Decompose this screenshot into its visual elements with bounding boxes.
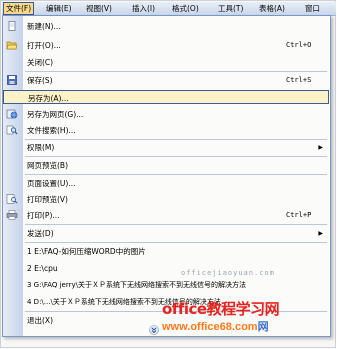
site-brand: office教程学习网 www.office68.com网 <box>162 298 334 334</box>
recent-file-1[interactable]: 1 E:\FAQ-如何压缩WORD中的图片 <box>3 244 329 258</box>
menu-item-label: 网页预览(B) <box>27 161 68 170</box>
double-chevron-down-icon[interactable] <box>148 325 160 335</box>
menu-item-label: 页面设置(U)... <box>27 179 76 188</box>
menu-separator <box>25 156 327 157</box>
menu-item-save[interactable]: 保存(S) Ctrl+S <box>3 73 329 87</box>
menu-item-print[interactable]: 打印(P)... Ctrl+P <box>3 208 329 222</box>
menu-item-label: 打印预览(V) <box>27 195 68 204</box>
menu-item-label: 新建(N)... <box>27 22 61 31</box>
menu-window[interactable]: 窗口 <box>303 3 322 14</box>
brand-url-main: www.office68.com <box>162 321 258 333</box>
shortcut-text: Ctrl+S <box>286 76 312 84</box>
menu-item-label: 打开(O)... <box>27 41 61 50</box>
open-folder-icon <box>6 40 18 50</box>
menu-insert[interactable]: 插入(I) <box>130 3 157 14</box>
menu-format[interactable]: 格式(O) <box>170 3 201 14</box>
menu-item-label: 权限(M) <box>27 143 55 152</box>
brand-name: office教程学习网 <box>162 300 280 318</box>
menu-item-label: 关闭(C) <box>27 58 54 67</box>
menu-item-web-preview[interactable]: 网页预览(B) <box>3 158 329 172</box>
shortcut-text: Ctrl+P <box>286 211 312 219</box>
menu-item-label: 退出(X) <box>27 316 53 325</box>
menu-item-open[interactable]: 打开(O)... Ctrl+O <box>3 38 329 52</box>
brand-url-suffix: 网 <box>257 321 269 333</box>
menu-item-label: 另存为(A)... <box>28 94 69 103</box>
menu-file[interactable]: 文件(F) <box>3 2 35 15</box>
search-icon <box>6 125 18 135</box>
menu-item-save-as-web-page[interactable]: 另存为网页(G)... <box>3 107 329 121</box>
menu-item-send[interactable]: 发送(D) ▶ <box>3 226 329 240</box>
menu-item-label: 3 G:\FAQ jerry\关于ＸＰ系统下无线网络搜索不到无线信号的解决方法 <box>27 281 246 289</box>
submenu-arrow-icon: ▶ <box>318 230 323 237</box>
watermark-text: officejiaoyuan.com <box>181 269 275 277</box>
menu-separator <box>25 242 327 243</box>
menu-item-new[interactable]: 新建(N)... <box>3 19 329 33</box>
menu-item-label: 另存为网页(G)... <box>27 110 84 119</box>
menu-bar: 文件(F) 编辑(E) 视图(V) 插入(I) 格式(O) 工具(T) 表格(A… <box>2 2 336 16</box>
menu-edit[interactable]: 编辑(E) <box>44 3 74 14</box>
file-menu-dropdown: 新建(N)... 打开(O)... Ctrl+O 关闭(C) 保存(S) Ctr… <box>2 15 331 337</box>
menu-view[interactable]: 视图(V) <box>84 3 114 14</box>
menu-item-file-search[interactable]: 文件搜索(H)... <box>3 123 329 137</box>
menu-item-permission[interactable]: 权限(M) ▶ <box>3 140 329 154</box>
menu-item-label: 文件搜索(H)... <box>27 126 76 135</box>
print-icon <box>6 210 18 220</box>
web-page-icon <box>6 109 18 119</box>
menu-item-print-preview[interactable]: 打印预览(V) <box>3 192 329 206</box>
brand-url: www.office68.com网 <box>162 318 269 334</box>
shortcut-text: Ctrl+O <box>286 41 312 49</box>
menu-item-save-as[interactable]: 另存为(A)... <box>3 90 329 104</box>
print-preview-icon <box>6 194 18 204</box>
window-frame: 文件(F) 编辑(E) 视图(V) 插入(I) 格式(O) 工具(T) 表格(A… <box>0 0 336 348</box>
menu-item-label: 打印(P)... <box>27 211 60 220</box>
menu-tools[interactable]: 工具(T) <box>216 3 245 14</box>
menu-item-label: 1 E:\FAQ-如何压缩WORD中的图片 <box>27 247 146 256</box>
menu-item-close[interactable]: 关闭(C) <box>3 55 329 69</box>
menu-separator <box>25 71 327 72</box>
menu-table[interactable]: 表格(A) <box>257 3 287 14</box>
menu-item-page-setup[interactable]: 页面设置(U)... <box>3 176 329 190</box>
menu-item-label: 发送(D) <box>27 229 54 238</box>
menu-item-label: 2 E:\cpu <box>27 264 58 273</box>
save-icon <box>6 75 18 85</box>
menu-item-label: 保存(S) <box>27 76 53 85</box>
menu-separator <box>25 174 327 175</box>
menu-separator <box>25 224 327 225</box>
submenu-arrow-icon: ▶ <box>318 144 323 151</box>
recent-file-3[interactable]: 3 G:\FAQ jerry\关于ＸＰ系统下无线网络搜索不到无线信号的解决方法 <box>3 278 329 292</box>
new-document-icon <box>6 21 18 31</box>
